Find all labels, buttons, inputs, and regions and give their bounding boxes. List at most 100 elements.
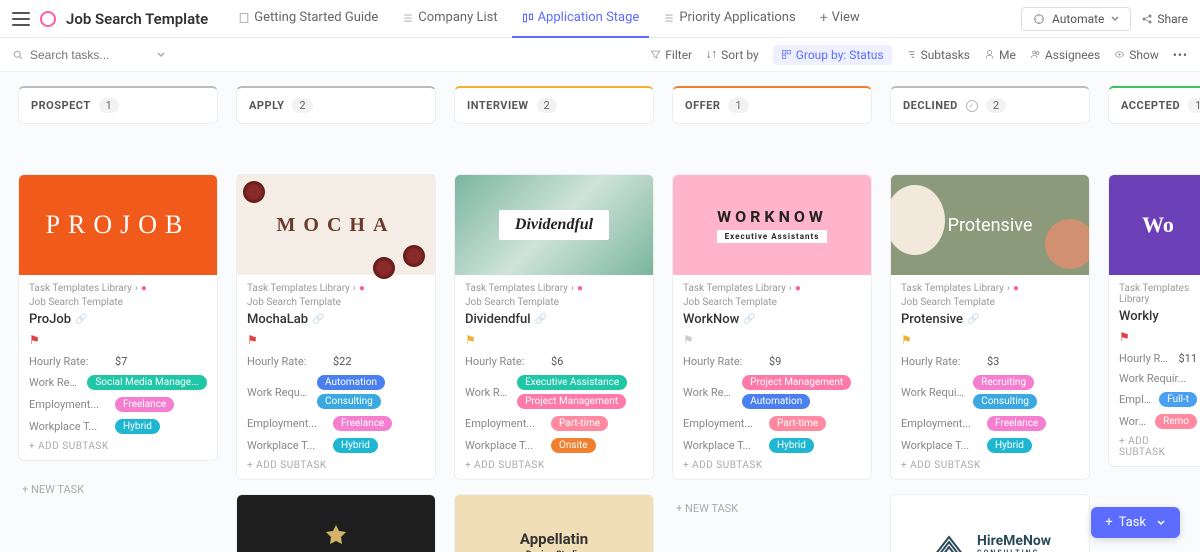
tag-chip[interactable]: Remo <box>1155 414 1197 429</box>
share-icon <box>1141 13 1153 25</box>
tab-getting-started[interactable]: Getting Started Guide <box>228 0 388 38</box>
column-accepted: ACCEPTED 1 Wo Task Templates Library Wor… <box>1108 86 1200 538</box>
add-subtask-button[interactable]: + ADD SUBTASK <box>29 441 207 452</box>
tag-chip[interactable]: Freelance <box>333 416 392 431</box>
flag-icon[interactable]: ⚑ <box>247 333 425 347</box>
card-cover: Wo <box>1109 175 1200 275</box>
add-subtask-button[interactable]: + ADD SUBTASK <box>901 460 1079 471</box>
tag-chip[interactable]: Hybrid <box>769 438 814 453</box>
automate-icon <box>1032 12 1046 26</box>
tab-add-view[interactable]: + View <box>810 0 870 38</box>
doc-icon <box>238 12 250 24</box>
card-cover: TASKO <box>237 495 435 552</box>
new-task-button[interactable]: + NEW TASK <box>672 494 872 523</box>
card-appellatin[interactable]: Appellatin Design Studio <box>454 494 654 552</box>
card-dividendful[interactable]: Dividendful Task Templates Library › ● J… <box>454 174 654 480</box>
group-icon <box>781 49 792 60</box>
add-subtask-button[interactable]: + ADD SUBTASK <box>683 460 861 471</box>
tag-chip[interactable]: Project Management <box>742 375 851 390</box>
flag-icon[interactable]: ⚑ <box>683 333 861 347</box>
toolbar: Filter Sort by Group by: Status Subtasks… <box>0 38 1200 72</box>
tag-chip[interactable]: Recruiting <box>973 375 1034 390</box>
card-cover: Appellatin Design Studio <box>455 495 653 552</box>
card-title: Protensive🔗 <box>901 312 1079 327</box>
column-header[interactable]: ACCEPTED 1 <box>1108 86 1200 124</box>
tag-chip[interactable]: Part-time <box>769 416 826 431</box>
show-button[interactable]: Show <box>1114 48 1159 62</box>
card-cover: PROJOB <box>19 175 217 275</box>
flag-icon[interactable]: ⚑ <box>901 333 1079 347</box>
tab-priority-applications[interactable]: Priority Applications <box>653 0 805 38</box>
add-subtask-button[interactable]: + ADD SUBTASK <box>247 460 425 471</box>
app-logo-icon[interactable] <box>40 11 56 27</box>
column-header[interactable]: INTERVIEW 2 <box>454 86 654 124</box>
column-header[interactable]: DECLINED ✓ 2 <box>890 86 1090 124</box>
tab-application-stage[interactable]: Application Stage <box>512 0 650 38</box>
info-icon[interactable]: ✓ <box>966 100 978 112</box>
share-button[interactable]: Share <box>1141 12 1188 26</box>
people-icon <box>1030 49 1041 60</box>
search-input[interactable] <box>30 48 150 62</box>
tag-chip[interactable]: Freelance <box>115 397 174 412</box>
tag-chip[interactable]: Project Management <box>517 394 626 409</box>
tag-chip[interactable]: Consulting <box>973 394 1037 409</box>
person-icon <box>984 49 995 60</box>
new-task-fab[interactable]: + Task <box>1091 507 1180 538</box>
chevron-down-icon[interactable] <box>156 50 166 60</box>
card-workly[interactable]: Wo Task Templates Library Workly ⚑ Hourl… <box>1108 174 1200 467</box>
automate-button[interactable]: Automate <box>1021 7 1131 31</box>
tag-chip[interactable]: Hybrid <box>115 419 160 434</box>
column-apply: APPLY 2 MOCHA Task Templates Library › ●… <box>236 86 436 538</box>
add-subtask-button[interactable]: + ADD SUBTASK <box>465 460 643 471</box>
card-cover: HireMeNow CONSULTING <box>891 495 1089 552</box>
card-cover: MOCHA <box>237 175 435 275</box>
sort-button[interactable]: Sort by <box>706 48 759 62</box>
more-button[interactable]: ••• <box>1173 48 1188 62</box>
flag-icon[interactable]: ⚑ <box>29 333 207 347</box>
group-by-button[interactable]: Group by: Status <box>773 45 892 65</box>
app-header: Job Search Template Getting Started Guid… <box>0 0 1200 38</box>
breadcrumb: Task Templates Library › ● Job Search Te… <box>901 283 1079 308</box>
card-projob[interactable]: PROJOB Task Templates Library › ● Job Se… <box>18 174 218 461</box>
add-subtask-button[interactable]: + ADD SUBTASK <box>1119 436 1197 458</box>
card-title: MochaLab🔗 <box>247 312 425 327</box>
me-button[interactable]: Me <box>984 48 1016 62</box>
card-hiremenow[interactable]: HireMeNow CONSULTING <box>890 494 1090 552</box>
subtasks-icon <box>906 49 917 60</box>
tag-chip[interactable]: Consulting <box>317 394 381 409</box>
tag-chip[interactable]: Automation <box>317 375 385 390</box>
tag-chip[interactable]: Freelance <box>987 416 1046 431</box>
menu-icon[interactable] <box>12 12 30 26</box>
tag-chip[interactable]: Full-t <box>1159 392 1197 407</box>
link-icon: 🔗 <box>75 314 87 325</box>
card-tasko[interactable]: TASKO <box>236 494 436 552</box>
flag-icon[interactable]: ⚑ <box>1119 330 1197 344</box>
tag-chip[interactable]: Onsite <box>551 438 596 453</box>
tab-company-list[interactable]: Company List <box>392 0 507 38</box>
column-declined: DECLINED ✓ 2 Protensive Task Templates L… <box>890 86 1090 538</box>
tag-chip[interactable]: Automation <box>742 394 810 409</box>
flag-icon[interactable]: ⚑ <box>465 333 643 347</box>
list-icon <box>402 12 414 24</box>
search-icon <box>12 49 24 61</box>
tag-chip[interactable]: Hybrid <box>987 438 1032 453</box>
column-header[interactable]: PROSPECT 1 <box>18 86 218 124</box>
breadcrumb: Task Templates Library <box>1119 283 1197 305</box>
subtasks-button[interactable]: Subtasks <box>906 48 970 62</box>
card-title: ProJob🔗 <box>29 312 207 327</box>
new-task-button[interactable]: + NEW TASK <box>18 475 218 504</box>
assignees-button[interactable]: Assignees <box>1030 48 1100 62</box>
search-box[interactable] <box>12 48 172 62</box>
tag-chip[interactable]: Social Media Manage... <box>87 375 207 390</box>
tag-chip[interactable]: Executive Assistance <box>517 375 627 390</box>
column-header[interactable]: APPLY 2 <box>236 86 436 124</box>
card-worknow[interactable]: WORKNOW Executive Assistants Task Templa… <box>672 174 872 480</box>
filter-button[interactable]: Filter <box>650 48 692 62</box>
tag-chip[interactable]: Hybrid <box>333 438 378 453</box>
column-offer: OFFER 1 WORKNOW Executive Assistants Tas… <box>672 86 872 538</box>
column-header[interactable]: OFFER 1 <box>672 86 872 124</box>
list-icon <box>663 12 675 24</box>
tag-chip[interactable]: Part-time <box>551 416 608 431</box>
card-mochalab[interactable]: MOCHA Task Templates Library › ● Job Sea… <box>236 174 436 480</box>
card-protensive[interactable]: Protensive Task Templates Library › ● Jo… <box>890 174 1090 480</box>
